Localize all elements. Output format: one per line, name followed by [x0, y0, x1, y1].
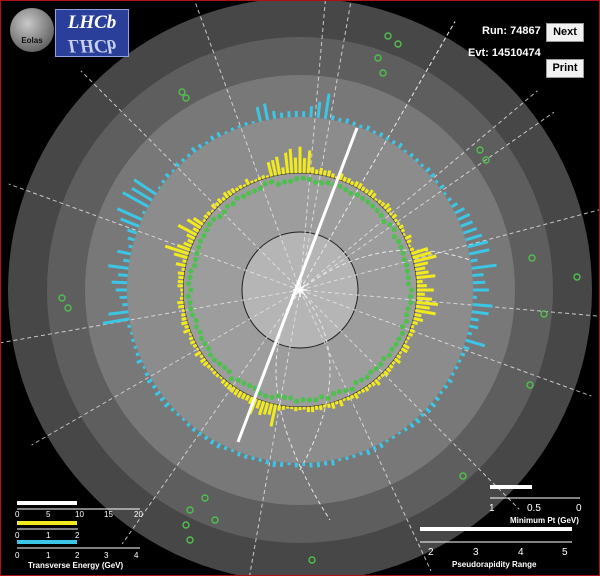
- eta-scale-bars: [420, 527, 572, 543]
- lhcb-logo-reflection: LHCb: [67, 35, 117, 56]
- energy-scale-title: Transverse Energy (GeV): [28, 561, 124, 570]
- white-tick-20: 20: [134, 510, 143, 519]
- cyan-energy-bar: [17, 540, 77, 544]
- white-tick-15: 15: [104, 510, 113, 519]
- eta-bar: [420, 527, 572, 531]
- yellow-energy-bar: [17, 521, 77, 525]
- lhcb-logo: LHCb LHCb: [55, 9, 129, 57]
- eta-tick-4: 4: [518, 547, 524, 558]
- event-label: Evt: 14510474: [468, 47, 541, 59]
- pt-tick-0: 0: [576, 503, 582, 514]
- eta-tick-2: 2: [428, 547, 434, 558]
- pt-tick-0-5: 0.5: [527, 503, 541, 514]
- pt-scale-bars: [490, 485, 580, 499]
- cyan-tick-bottom-4: 4: [134, 551, 139, 560]
- eolas-logo: Eolas: [10, 8, 54, 52]
- print-button[interactable]: Print: [546, 59, 584, 78]
- yellow-tick-0: 0: [15, 531, 20, 540]
- pt-tick-1: 1: [489, 503, 495, 514]
- cyan-tick-bottom-3: 3: [104, 551, 109, 560]
- cyan-tick-bottom-1: 1: [46, 551, 51, 560]
- pt-scale-title: Minimum Pt (GeV): [510, 516, 579, 525]
- white-tick-0: 0: [15, 510, 20, 519]
- pt-bar: [490, 485, 532, 489]
- run-label: Run: 74867: [482, 25, 541, 37]
- cyan-tick-bottom-0: 0: [15, 551, 20, 560]
- eolas-logo-label: Eolas: [21, 36, 43, 45]
- cyan-tick-bottom-2: 2: [75, 551, 80, 560]
- white-tick-5: 5: [46, 510, 51, 519]
- event-display: Eolas LHCb LHCb Run: 74867 Evt: 14510474…: [0, 0, 600, 576]
- energy-scale-bars: [17, 501, 140, 549]
- yellow-tick-1: 1: [46, 531, 51, 540]
- white-tick-10: 10: [75, 510, 84, 519]
- yellow-tick-2: 2: [75, 531, 80, 540]
- white-energy-bar: [17, 501, 77, 505]
- lhcb-logo-label: LHCb: [67, 12, 117, 33]
- eta-tick-3: 3: [473, 547, 479, 558]
- eta-tick-5: 5: [562, 547, 568, 558]
- next-button[interactable]: Next: [546, 23, 584, 42]
- eta-scale-title: Pseudorapidity Range: [452, 560, 537, 569]
